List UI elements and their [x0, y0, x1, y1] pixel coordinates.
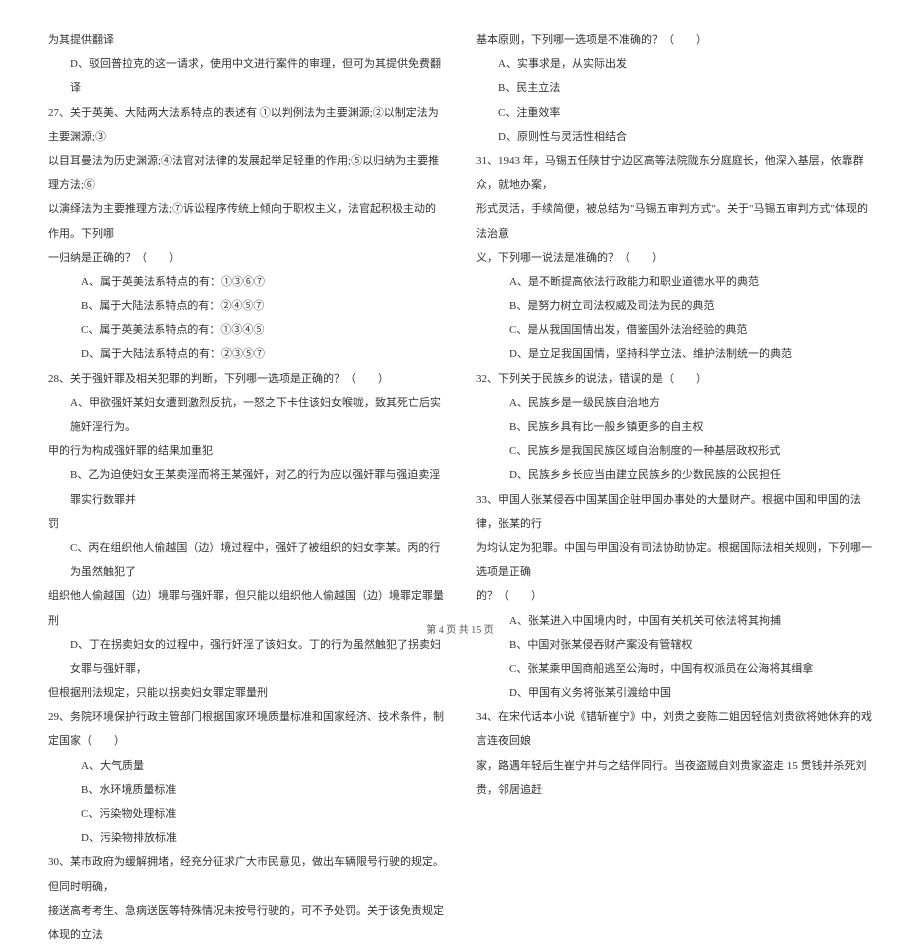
- option-c: C、属于英美法系特点的有：①③④⑤: [48, 318, 444, 342]
- option-d: D、属于大陆法系特点的有：②③⑤⑦: [48, 342, 444, 366]
- option-c: C、污染物处理标准: [48, 802, 444, 826]
- text-line: 一归纳是正确的？（ ）: [48, 246, 444, 270]
- option-c: C、是从我国国情出发，借鉴国外法治经验的典范: [476, 318, 872, 342]
- text-line: 基本原则，下列哪一选项是不准确的？（ ）: [476, 28, 872, 52]
- option-d: D、民族乡乡长应当由建立民族乡的少数民族的公民担任: [476, 463, 872, 487]
- option-b: B、乙为迫使妇女王某卖淫而将王某强奸，对乙的行为应以强奸罪与强迫卖淫罪实行数罪并: [48, 463, 444, 511]
- option-a: A、实事求是，从实际出发: [476, 52, 872, 76]
- question-30: 30、某市政府为缓解拥堵，经充分征求广大市民意见，做出车辆限号行驶的规定。但同时…: [48, 850, 444, 898]
- option-b: B、属于大陆法系特点的有：②④⑤⑦: [48, 294, 444, 318]
- left-column: 为其提供翻译 D、驳回普拉克的这一请求，使用中文进行案件的审理，但可为其提供免费…: [48, 28, 444, 947]
- option-c: C、民族乡是我国民族区域自治制度的一种基层政权形式: [476, 439, 872, 463]
- question-34: 34、在宋代话本小说《错斩崔宁》中，刘贵之妾陈二姐因轻信刘贵欲将她休弃的戏言连夜…: [476, 705, 872, 753]
- text-line: 接送高考考生、急病送医等特殊情况未按号行驶的，可不予处罚。关于该免责规定体现的立…: [48, 899, 444, 947]
- option-a: A、是不断提高依法行政能力和职业道德水平的典范: [476, 270, 872, 294]
- option-a: A、属于英美法系特点的有：①③⑥⑦: [48, 270, 444, 294]
- text-line: 罚: [48, 512, 444, 536]
- question-31: 31、1943 年，马锡五任陕甘宁边区高等法院陇东分庭庭长，他深入基层，依靠群众…: [476, 149, 872, 197]
- option-b: B、中国对张某侵吞财产案没有管辖权: [476, 633, 872, 657]
- option-a: A、大气质量: [48, 754, 444, 778]
- option-b: B、是努力树立司法权威及司法为民的典范: [476, 294, 872, 318]
- option-c: C、丙在组织他人偷越国（边）境过程中，强奸了被组织的妇女李某。丙的行为虽然触犯了: [48, 536, 444, 584]
- option-d: D、甲国有义务将张某引渡给中国: [476, 681, 872, 705]
- text-line: 但根据刑法规定，只能以拐卖妇女罪定罪量刑: [48, 681, 444, 705]
- document-page: 为其提供翻译 D、驳回普拉克的这一请求，使用中文进行案件的审理，但可为其提供免费…: [0, 0, 920, 947]
- option-d: D、污染物排放标准: [48, 826, 444, 850]
- option-a: A、民族乡是一级民族自治地方: [476, 391, 872, 415]
- option-d: D、驳回普拉克的这一请求，使用中文进行案件的审理，但可为其提供免费翻译: [48, 52, 444, 100]
- text-line: 形式灵活，手续简便，被总结为"马锡五审判方式"。关于"马锡五审判方式"体现的法治…: [476, 197, 872, 245]
- question-28: 28、关于强奸罪及相关犯罪的判断，下列哪一选项是正确的？（ ）: [48, 367, 444, 391]
- text-line: 为均认定为犯罪。中国与甲国没有司法协助协定。根据国际法相关规则，下列哪一选项是正…: [476, 536, 872, 584]
- question-33: 33、甲国人张某侵吞中国某国企驻甲国办事处的大量财产。根据中国和甲国的法律，张某…: [476, 488, 872, 536]
- option-d: D、原则性与灵活性相结合: [476, 125, 872, 149]
- question-27: 27、关于英美、大陆两大法系特点的表述有 ①以判例法为主要渊源;②以制定法为主要…: [48, 101, 444, 149]
- text-line: 甲的行为构成强奸罪的结果加重犯: [48, 439, 444, 463]
- question-29: 29、务院环境保护行政主管部门根据国家环境质量标准和国家经济、技术条件，制定国家…: [48, 705, 444, 753]
- text-line: 的？（ ）: [476, 584, 872, 608]
- option-c: C、注重效率: [476, 101, 872, 125]
- text-line: 义，下列哪一说法是准确的？（ ）: [476, 246, 872, 270]
- option-c: C、张某乘甲国商船逃至公海时，中国有权派员在公海将其缉拿: [476, 657, 872, 681]
- option-b: B、水环境质量标准: [48, 778, 444, 802]
- text-line: 以目耳曼法为历史渊源;④法官对法律的发展起举足轻重的作用;⑤以归纳为主要推理方法…: [48, 149, 444, 197]
- option-b: B、民主立法: [476, 76, 872, 100]
- page-footer: 第 4 页 共 15 页: [0, 621, 920, 636]
- text-line: 为其提供翻译: [48, 28, 444, 52]
- option-d: D、丁在拐卖妇女的过程中，强行奸淫了该妇女。丁的行为虽然触犯了拐卖妇女罪与强奸罪…: [48, 633, 444, 681]
- question-32: 32、下列关于民族乡的说法，错误的是（ ）: [476, 367, 872, 391]
- text-line: 家，路遇年轻后生崔宁并与之结伴同行。当夜盗贼自刘贵家盗走 15 贯钱并杀死刘贵，…: [476, 754, 872, 802]
- option-b: B、民族乡具有比一般乡镇更多的自主权: [476, 415, 872, 439]
- option-d: D、是立足我国国情，坚持科学立法、维护法制统一的典范: [476, 342, 872, 366]
- right-column: 基本原则，下列哪一选项是不准确的？（ ） A、实事求是，从实际出发 B、民主立法…: [476, 28, 872, 947]
- text-line: 以演绎法为主要推理方法;⑦诉讼程序传统上倾向于职权主义，法官起积极主动的作用。下…: [48, 197, 444, 245]
- option-a: A、甲欲强奸某妇女遭到激烈反抗，一怒之下卡住该妇女喉咙，致其死亡后实施奸淫行为。: [48, 391, 444, 439]
